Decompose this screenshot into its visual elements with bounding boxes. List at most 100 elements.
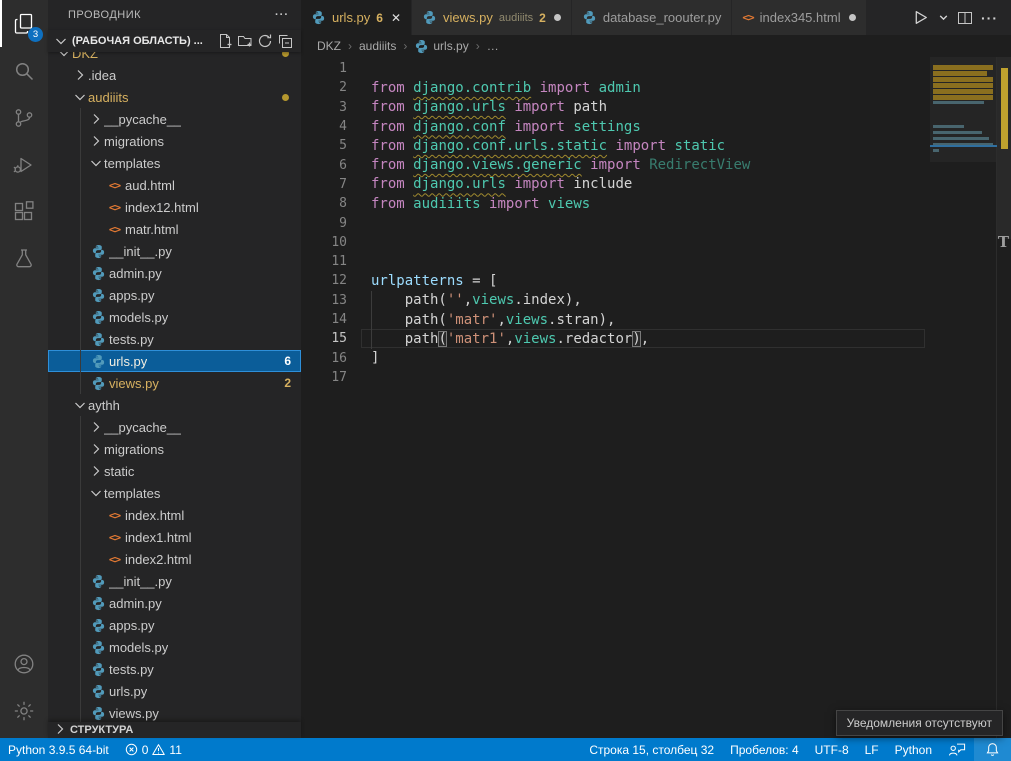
split-editor-button[interactable] [954, 5, 976, 31]
code-line-6[interactable]: 6from django.views.generic import Redire… [301, 155, 1011, 174]
code-line-8[interactable]: 8from audiiits import views [301, 194, 1011, 213]
code-line-14[interactable]: 14 path('matr',views.stran), [301, 310, 1011, 329]
python-file-icon [88, 574, 109, 589]
sidebar-header: ПРОВОДНИК ··· [48, 0, 301, 30]
minimap-line [933, 131, 982, 134]
code-line-17[interactable]: 17 [301, 368, 1011, 387]
run-dropdown-button[interactable] [935, 5, 952, 31]
tree-item-views.py[interactable]: views.py [48, 702, 301, 722]
code-line-10[interactable]: 10 [301, 233, 1011, 252]
tree-item-views.py[interactable]: views.py2 [48, 372, 301, 394]
tree-item-urls.py[interactable]: urls.py6 [48, 350, 301, 372]
code-line-12[interactable]: 12urlpatterns = [ [301, 271, 1011, 290]
new-file-button[interactable] [215, 31, 235, 51]
tree-item-index.html[interactable]: <>index.html [48, 504, 301, 526]
language-mode[interactable]: Python [887, 738, 940, 761]
notifications-bell[interactable] [974, 738, 1011, 761]
tree-item-matr.html[interactable]: <>matr.html [48, 218, 301, 240]
code-line-2[interactable]: 2from django.contrib import admin [301, 78, 1011, 97]
tree-item-models.py[interactable]: models.py [48, 306, 301, 328]
tree-item-models.py[interactable]: models.py [48, 636, 301, 658]
tree-item-aythh[interactable]: aythh [48, 394, 301, 416]
breadcrumb-item-audiiits[interactable]: audiiits [359, 39, 396, 53]
tree-item-migrations[interactable]: migrations [48, 130, 301, 152]
minimap[interactable] [930, 57, 997, 738]
new-folder-button[interactable] [235, 31, 255, 51]
tree-item-index1.html[interactable]: <>index1.html [48, 526, 301, 548]
activity-extensions-button[interactable] [0, 188, 48, 235]
tree-item-tests.py[interactable]: tests.py [48, 328, 301, 350]
code-line-9[interactable]: 9 [301, 213, 1011, 232]
problems[interactable]: 011 [117, 738, 190, 761]
run-button[interactable] [908, 5, 933, 31]
code-line-13[interactable]: 13 path('',views.index), [301, 291, 1011, 310]
activity-run-debug-button[interactable] [0, 141, 48, 188]
tree-item-admin.py[interactable]: admin.py [48, 592, 301, 614]
close-icon[interactable]: ✕ [391, 11, 401, 25]
tree-item-templates[interactable]: templates [48, 482, 301, 504]
code-line-16[interactable]: 16] [301, 348, 1011, 367]
refresh-button[interactable] [255, 31, 275, 51]
tree-item-__init__.py[interactable]: __init__.py [48, 240, 301, 262]
tab-database_roouter.py[interactable]: database_roouter.py [572, 0, 733, 35]
tree-item-index2.html[interactable]: <>index2.html [48, 548, 301, 570]
tab-index345.html[interactable]: <>index345.html [732, 0, 866, 35]
tree-item-urls.py[interactable]: urls.py [48, 680, 301, 702]
tree-item-__pycache__[interactable]: __pycache__ [48, 416, 301, 438]
breadcrumb-item-urls.py[interactable]: urls.py [414, 39, 468, 54]
file-tree: DKZ.ideaaudiiits__pycache__migrationstem… [48, 52, 301, 722]
tree-item-index12.html[interactable]: <>index12.html [48, 196, 301, 218]
activity-explorer-button[interactable]: 3 [0, 0, 48, 47]
tab-views.py[interactable]: views.pyaudiiits2 [412, 0, 572, 35]
more-actions-button[interactable]: ··· [978, 5, 1001, 31]
activity-testing-button[interactable] [0, 235, 48, 282]
tree-item-migrations[interactable]: migrations [48, 438, 301, 460]
indentation[interactable]: Пробелов: 4 [722, 738, 807, 761]
status-label: Python [895, 743, 932, 757]
cursor-position[interactable]: Строка 15, столбец 32 [581, 738, 722, 761]
tree-item-DKZ[interactable]: DKZ [48, 52, 301, 64]
breadcrumb-item-DKZ[interactable]: DKZ [317, 39, 341, 53]
tab-urls.py[interactable]: urls.py6✕ [301, 0, 412, 35]
code-text: urlpatterns = [ [347, 273, 497, 289]
tree-item-__init__.py[interactable]: __init__.py [48, 570, 301, 592]
code-line-4[interactable]: 4from django.conf import settings [301, 117, 1011, 136]
tree-item-audiiits[interactable]: audiiits [48, 86, 301, 108]
activity-bar: 3 [0, 0, 48, 738]
activity-settings-button[interactable] [0, 687, 48, 734]
tree-item-.idea[interactable]: .idea [48, 64, 301, 86]
breadcrumb-label: audiiits [359, 39, 396, 53]
tree-item-__pycache__[interactable]: __pycache__ [48, 108, 301, 130]
eol[interactable]: LF [857, 738, 887, 761]
code-line-7[interactable]: 7from django.urls import include [301, 175, 1011, 194]
tree-item-apps.py[interactable]: apps.py [48, 284, 301, 306]
code-line-15[interactable]: 15 path('matr1',views.redactor), [301, 329, 1011, 348]
tree-item-aud.html[interactable]: <>aud.html [48, 174, 301, 196]
run-debug-icon [12, 153, 36, 177]
outline-section-header[interactable]: СТРУКТУРА [48, 722, 301, 738]
code-editor[interactable]: 12from django.contrib import admin3from … [301, 57, 1011, 738]
activity-search-button[interactable] [0, 47, 48, 94]
python-file-icon [582, 10, 597, 25]
sidebar-more-icon[interactable]: ··· [275, 9, 289, 21]
activity-account-button[interactable] [0, 640, 48, 687]
feedback[interactable] [940, 738, 974, 761]
tree-item-admin.py[interactable]: admin.py [48, 262, 301, 284]
code-line-11[interactable]: 11 [301, 252, 1011, 271]
problems-count-badge: 6 [284, 354, 291, 368]
tree-item-tests.py[interactable]: tests.py [48, 658, 301, 680]
tree-item-apps.py[interactable]: apps.py [48, 614, 301, 636]
encoding[interactable]: UTF-8 [807, 738, 857, 761]
line-number: 12 [301, 273, 347, 288]
workspace-section-header[interactable]: (РАБОЧАЯ ОБЛАСТЬ) ... [48, 30, 301, 52]
python-file-icon [311, 10, 326, 25]
code-line-5[interactable]: 5from django.conf.urls.static import sta… [301, 136, 1011, 155]
collapse-all-button[interactable] [275, 31, 295, 51]
activity-source-control-button[interactable] [0, 94, 48, 141]
tree-item-templates[interactable]: templates [48, 152, 301, 174]
tree-item-static[interactable]: static [48, 460, 301, 482]
python-interpreter[interactable]: Python 3.9.5 64-bit [0, 738, 117, 761]
code-line-3[interactable]: 3from django.urls import path [301, 98, 1011, 117]
code-line-1[interactable]: 1 [301, 59, 1011, 78]
breadcrumb-item-…[interactable]: … [487, 39, 499, 53]
